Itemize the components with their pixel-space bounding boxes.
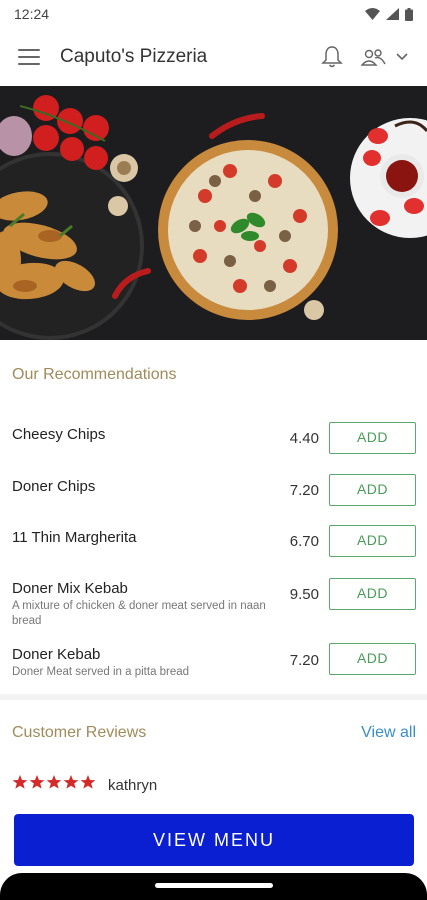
add-button[interactable]: ADD xyxy=(329,643,416,675)
item-price: 9.50 xyxy=(289,586,319,603)
users-icon xyxy=(361,49,386,66)
item-name: Doner Kebab xyxy=(12,646,101,663)
add-button[interactable]: ADD xyxy=(329,525,416,557)
app-bar: Caputo's Pizzeria xyxy=(0,28,427,86)
item-description: A mixture of chicken & doner meat served… xyxy=(12,600,266,627)
home-gesture-handle[interactable] xyxy=(155,883,273,888)
star-icon xyxy=(29,775,45,789)
recommendations-title: Our Recommendations xyxy=(12,366,177,383)
menu-icon[interactable] xyxy=(18,49,40,65)
item-price: 6.70 xyxy=(289,533,319,550)
add-button[interactable]: ADD xyxy=(329,474,416,506)
star-icon xyxy=(63,775,79,789)
status-time: 12:24 xyxy=(14,6,50,22)
star-icon xyxy=(80,775,96,789)
chevron-down-icon xyxy=(396,53,408,61)
add-button[interactable]: ADD xyxy=(329,422,416,454)
reviewer-name: kathryn xyxy=(108,777,158,794)
bell-icon[interactable] xyxy=(321,45,343,69)
account-switch[interactable] xyxy=(361,47,409,67)
star-icon xyxy=(12,775,28,789)
status-bar: 12:24 xyxy=(0,0,427,28)
star-icon xyxy=(46,775,62,789)
review-rating xyxy=(12,774,96,790)
signal-icon xyxy=(386,8,399,20)
item-name: Doner Mix Kebab xyxy=(12,580,128,597)
item-price: 4.40 xyxy=(289,430,319,447)
item-price: 7.20 xyxy=(289,652,319,669)
hero-image xyxy=(0,86,427,340)
item-price: 7.20 xyxy=(289,482,319,499)
app-actions xyxy=(321,45,409,69)
app-title: Caputo's Pizzeria xyxy=(60,46,208,67)
item-name: Cheesy Chips xyxy=(12,426,106,443)
wifi-icon xyxy=(365,8,380,20)
add-button[interactable]: ADD xyxy=(329,578,416,610)
battery-icon xyxy=(405,7,413,21)
view-all-link[interactable]: View all xyxy=(361,724,416,742)
item-name: 11 Thin Margherita xyxy=(12,529,137,546)
section-divider xyxy=(0,694,427,700)
item-name: Doner Chips xyxy=(12,478,96,495)
view-menu-button[interactable]: VIEW MENU xyxy=(14,814,414,866)
reviews-title: Customer Reviews xyxy=(12,724,147,741)
item-description: Doner Meat served in a pitta bread xyxy=(12,666,190,678)
status-icons xyxy=(365,7,413,21)
